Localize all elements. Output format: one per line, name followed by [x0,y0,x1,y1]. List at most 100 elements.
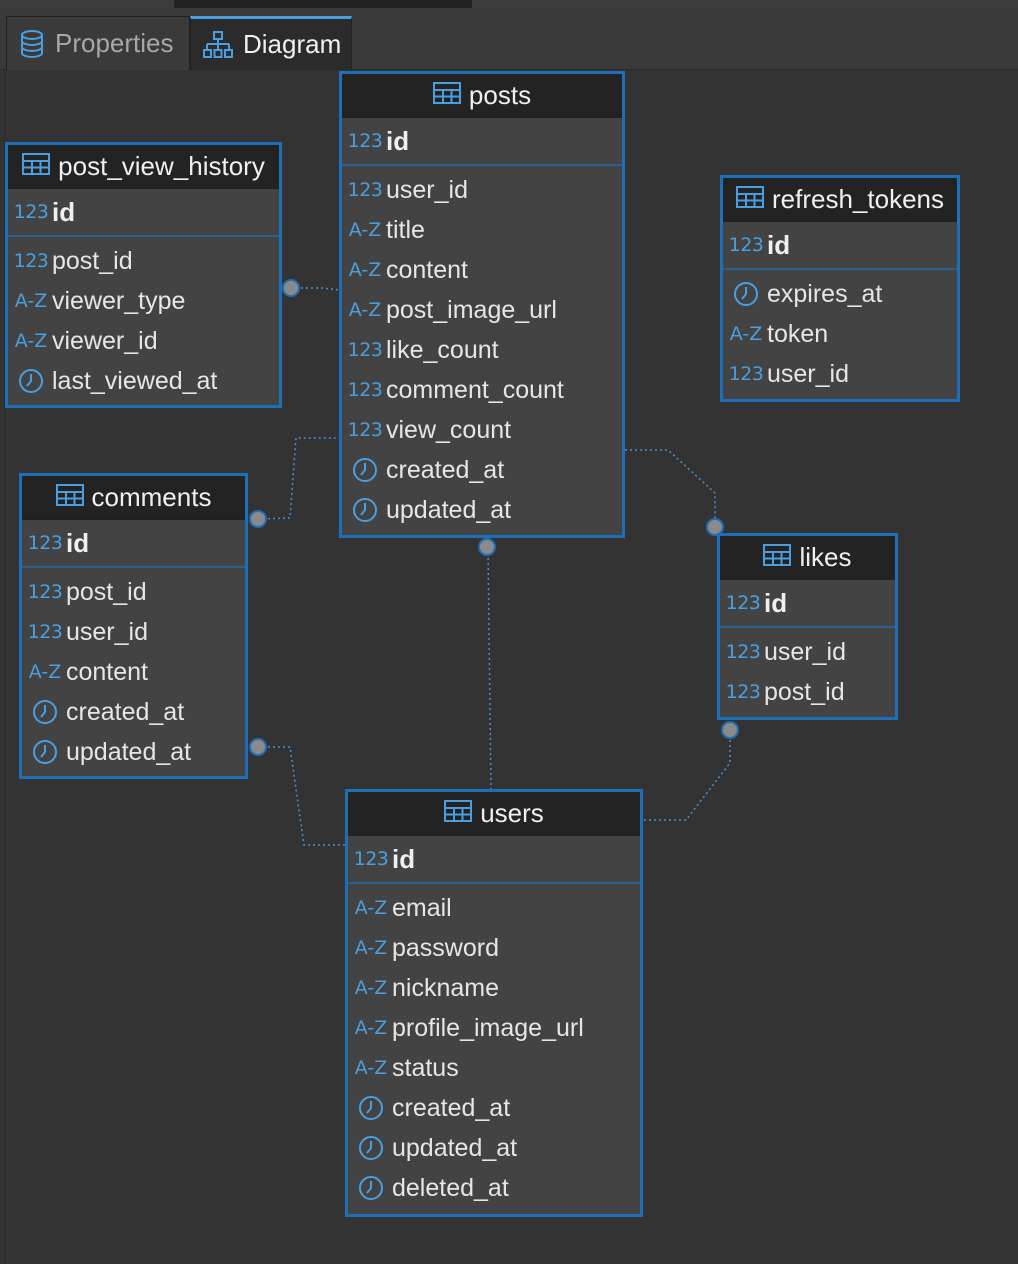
clock-icon [26,739,64,765]
column-name: updated_at [392,1133,518,1162]
column-name: last_viewed_at [52,366,218,395]
column-row[interactable]: updated_at [22,732,245,772]
column-name: viewer_id [52,326,158,355]
column-name: expires_at [767,279,883,308]
number-type-icon: 123 [347,130,383,152]
column-row[interactable]: A-Z content [22,652,245,692]
primary-key-row[interactable]: 123 id [723,222,957,270]
column-row[interactable]: A-Z content [342,250,622,290]
link-endpoint[interactable] [478,538,496,556]
column-name: title [386,215,425,244]
text-type-icon: A-Z [354,1057,388,1079]
column-row[interactable]: 123 view_count [342,410,622,450]
column-name: updated_at [386,495,512,524]
column-row[interactable]: A-Z profile_image_url [348,1008,640,1048]
column-row[interactable]: updated_at [348,1128,640,1168]
column-row[interactable]: A-Z nickname [348,968,640,1008]
entity-header: refresh_tokens [723,178,957,222]
number-type-icon: 123 [27,621,63,643]
column-row[interactable]: created_at [348,1088,640,1128]
column-row[interactable]: A-Z title [342,210,622,250]
column-row[interactable]: deleted_at [348,1168,640,1208]
tab-properties-label: Properties [55,28,174,58]
column-row[interactable]: 123 user_id [342,170,622,210]
column-name: password [392,933,499,962]
entity-title: posts [468,80,532,110]
column-row[interactable]: A-Z viewer_id [8,321,279,361]
column-name: id [66,527,90,558]
entity-users[interactable]: users 123 id A-Z email A-Z password A-Z nick… [345,789,643,1217]
column-row[interactable]: last_viewed_at [8,361,279,401]
column-row[interactable]: 123 user_id [723,354,957,394]
column-name: id [386,125,410,156]
column-row[interactable]: expires_at [723,274,957,314]
number-type-icon: 123 [725,592,761,614]
number-type-icon: 123 [347,339,383,361]
column-row[interactable]: created_at [22,692,245,732]
column-name: viewer_type [52,286,186,315]
column-row[interactable]: 123 like_count [342,330,622,370]
tab-diagram-label: Diagram [243,29,342,59]
column-name: view_count [386,415,512,444]
column-row[interactable]: A-Z email [348,888,640,928]
primary-key-row[interactable]: 123 id [342,118,622,166]
link-endpoint[interactable] [249,738,267,756]
table-icon [763,542,792,573]
text-type-icon: A-Z [354,937,388,959]
column-name: profile_image_url [392,1013,584,1042]
primary-key-row[interactable]: 123 id [348,836,640,884]
number-type-icon: 123 [347,379,383,401]
column-row[interactable]: 123 post_id [8,241,279,281]
column-name: user_id [386,175,468,204]
column-row[interactable]: created_at [342,450,622,490]
text-type-icon: A-Z [14,290,48,312]
column-name: user_id [66,617,148,646]
text-type-icon: A-Z [729,323,763,345]
link-endpoint[interactable] [282,279,300,297]
column-name: content [66,657,149,686]
tab-properties[interactable]: Properties [6,16,190,70]
entity-post-view-history[interactable]: post_view_history 123 id 123 post_id A-Z vi… [5,142,282,408]
column-row[interactable]: 123 post_id [22,572,245,612]
column-row[interactable]: updated_at [342,490,622,530]
entity-title: refresh_tokens [772,184,944,214]
column-row[interactable]: 123 user_id [22,612,245,652]
primary-key-row[interactable]: 123 id [8,189,279,237]
clock-icon [26,699,64,725]
column-name: created_at [392,1093,511,1122]
column-name: id [52,196,76,227]
column-name: user_id [767,359,849,388]
entity-likes[interactable]: likes 123 id 123 user_id 123 post_id [717,533,898,720]
clock-icon [352,1095,390,1121]
column-name: email [392,893,452,922]
link-endpoint[interactable] [721,721,739,739]
primary-key-row[interactable]: 123 id [720,580,895,628]
entity-refresh-tokens[interactable]: refresh_tokens 123 id expires_at A-Z token… [720,175,960,402]
text-type-icon: A-Z [28,661,62,683]
entity-comments[interactable]: comments 123 id 123 post_id 123 user_id A-Z… [19,473,248,779]
column-row[interactable]: A-Z status [348,1048,640,1088]
column-row[interactable]: A-Z token [723,314,957,354]
column-row[interactable]: A-Z post_image_url [342,290,622,330]
primary-key-row[interactable]: 123 id [22,520,245,568]
column-row[interactable]: 123 post_id [720,672,895,712]
tab-diagram[interactable]: Diagram [190,16,352,70]
column-name: created_at [386,455,505,484]
column-row[interactable]: A-Z viewer_type [8,281,279,321]
entity-posts[interactable]: posts 123 id 123 user_id A-Z title A-Z conte… [339,71,625,538]
text-type-icon: A-Z [348,259,382,281]
table-icon [736,184,764,215]
number-type-icon: 123 [27,532,63,554]
entity-header: posts [342,74,622,118]
column-name: post_id [66,577,147,606]
column-name: id [392,843,416,874]
column-row[interactable]: A-Z password [348,928,640,968]
column-row[interactable]: 123 user_id [720,632,895,672]
entity-title: post_view_history [58,151,265,181]
table-icon [444,798,473,829]
column-row[interactable]: 123 comment_count [342,370,622,410]
clock-icon [352,1175,390,1201]
column-name: like_count [386,335,499,364]
column-name: nickname [392,973,499,1002]
link-endpoint[interactable] [249,510,267,528]
